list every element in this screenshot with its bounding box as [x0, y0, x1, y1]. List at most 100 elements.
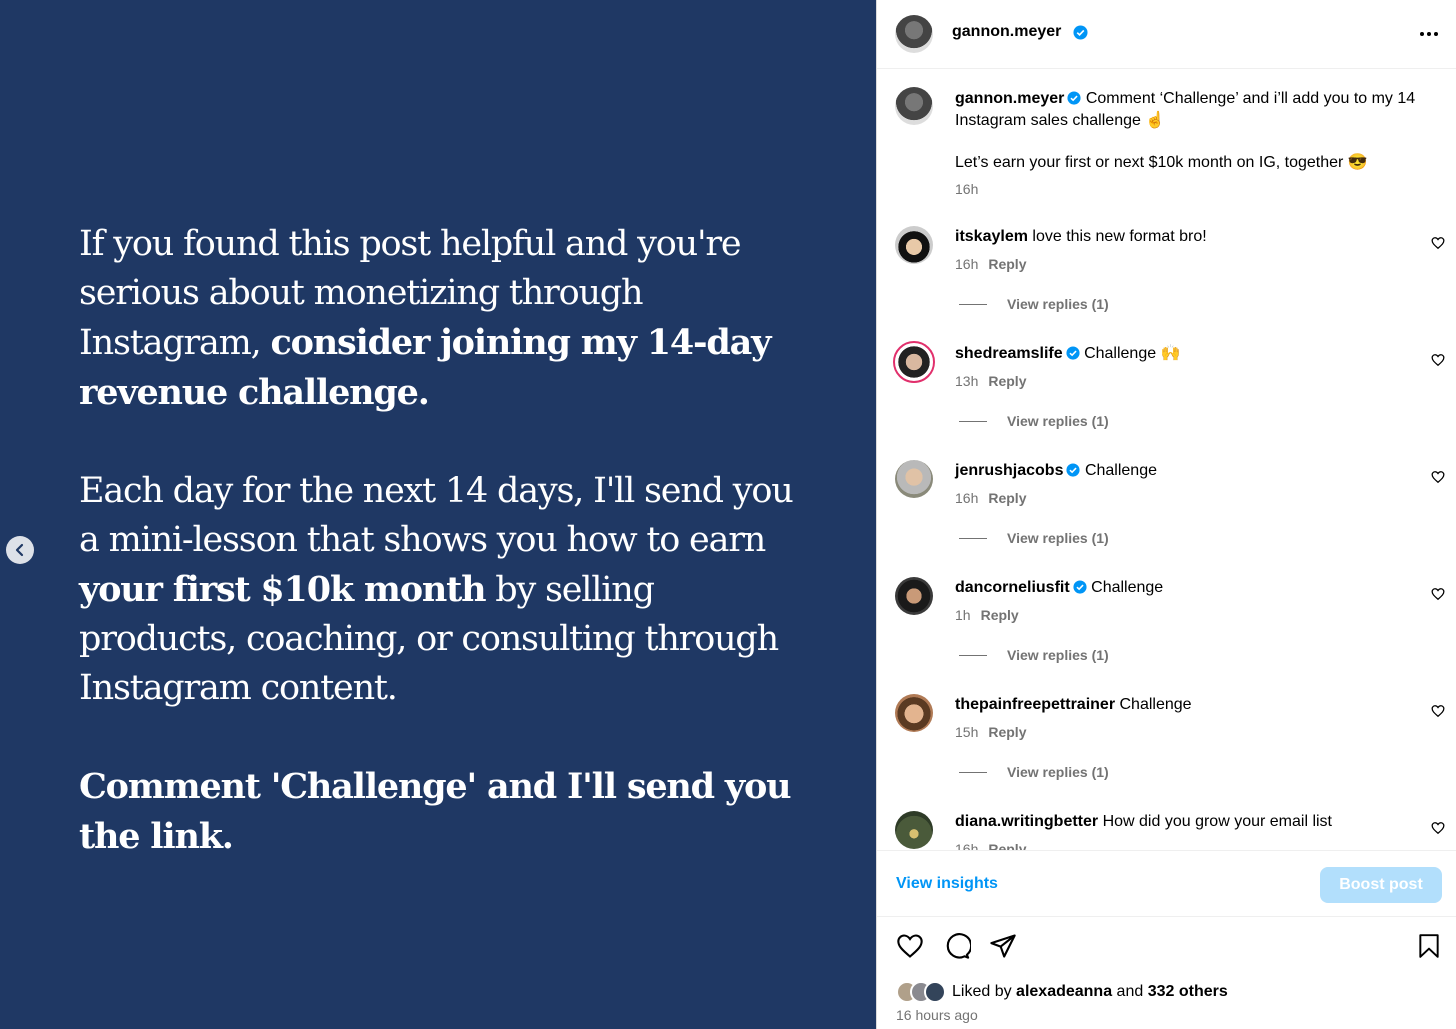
boost-post-button[interactable]: Boost post	[1320, 867, 1442, 903]
comment-username[interactable]: shedreamslife	[955, 345, 1063, 362]
view-replies-button[interactable]: View replies (1)	[959, 296, 1109, 312]
share-icon[interactable]	[989, 932, 1017, 960]
slide-text-bold: Comment 'Challenge' and I'll send you th…	[79, 766, 792, 857]
view-replies-label: View replies (1)	[1007, 530, 1109, 546]
comment-body: Challenge 🙌	[1084, 345, 1181, 362]
reply-button[interactable]: Reply	[988, 373, 1026, 389]
divider	[959, 303, 987, 305]
likes-others[interactable]: 332 others	[1148, 983, 1228, 1000]
comment-body: Challenge	[1119, 696, 1192, 713]
comment-username[interactable]: dancorneliusfit	[955, 579, 1070, 596]
slide-text: If you found this post helpful and you'r…	[79, 220, 799, 911]
view-insights-link[interactable]: View insights	[896, 875, 998, 893]
divider	[959, 654, 987, 656]
likes-text: Liked by alexadeanna and 332 others	[952, 983, 1228, 1001]
comment-text: shedreamslife Challenge 🙌	[955, 343, 1425, 365]
comment-meta: 16h Reply	[955, 256, 1026, 272]
divider	[959, 537, 987, 539]
comment-body: How did you grow your email list	[1102, 813, 1332, 830]
comment-icon[interactable]	[943, 932, 971, 960]
comment-text: diana.writingbetter How did you grow you…	[955, 811, 1425, 833]
verified-badge-icon	[1067, 91, 1081, 105]
previous-slide-button[interactable]	[6, 536, 34, 564]
comment-time: 16h	[955, 490, 979, 506]
avatar[interactable]	[895, 460, 933, 498]
header-username[interactable]: gannon.meyer	[952, 23, 1061, 41]
comment-body: Challenge	[1084, 462, 1157, 479]
chevron-left-icon	[15, 543, 24, 557]
post-timestamp: 16 hours ago	[896, 1007, 978, 1023]
heart-icon[interactable]	[1431, 353, 1445, 367]
likes-prefix: Liked by	[952, 983, 1017, 1000]
view-replies-button[interactable]: View replies (1)	[959, 647, 1109, 663]
caption-text: gannon.meyer Comment ‘Challenge’ and i’l…	[955, 88, 1425, 174]
post-header: gannon.meyer	[877, 0, 1456, 69]
comment-meta: 1h Reply	[955, 607, 1019, 623]
view-replies-label: View replies (1)	[1007, 413, 1109, 429]
avatar[interactable]	[893, 341, 935, 383]
comment-meta: 16h Reply	[955, 841, 1026, 850]
comment-time: 1h	[955, 607, 971, 623]
comment-time: 13h	[955, 373, 979, 389]
slide-paragraph-1: If you found this post helpful and you'r…	[79, 220, 799, 418]
comment-meta: 13h Reply	[955, 373, 1026, 389]
comment-username[interactable]: jenrushjacobs	[955, 462, 1063, 479]
view-replies-label: View replies (1)	[1007, 647, 1109, 663]
caption-time: 16h	[955, 181, 979, 197]
view-replies-button[interactable]: View replies (1)	[959, 413, 1109, 429]
avatar[interactable]	[895, 694, 933, 732]
heart-icon[interactable]	[1431, 821, 1445, 835]
heart-icon[interactable]	[1431, 587, 1445, 601]
comment-text: jenrushjacobs Challenge	[955, 460, 1425, 482]
comment-text: thepainfreepettrainer Challenge	[955, 694, 1425, 716]
reply-button[interactable]: Reply	[988, 724, 1026, 740]
slide-text-normal: Each day for the next 14 days, I'll send…	[79, 471, 794, 560]
heart-icon[interactable]	[1431, 236, 1445, 250]
avatar[interactable]	[895, 226, 933, 264]
avatar[interactable]	[895, 811, 933, 849]
likes-summary[interactable]: Liked by alexadeanna and 332 others	[896, 981, 1228, 1003]
comments-list[interactable]: gannon.meyer Comment ‘Challenge’ and i’l…	[877, 70, 1456, 850]
slide-text-bold: your first $10k month	[79, 569, 487, 610]
view-replies-button[interactable]: View replies (1)	[959, 764, 1109, 780]
post-media-slide: If you found this post helpful and you'r…	[0, 0, 876, 1029]
comment-meta: 16h Reply	[955, 490, 1026, 506]
likes-middle: and	[1112, 983, 1148, 1000]
view-replies-label: View replies (1)	[1007, 764, 1109, 780]
post-actions	[877, 918, 1456, 978]
verified-badge-icon	[1073, 25, 1088, 40]
comment-username[interactable]: diana.writingbetter	[955, 813, 1098, 830]
comment-username[interactable]: itskaylem	[955, 228, 1028, 245]
slide-paragraph-3: Comment 'Challenge' and I'll send you th…	[79, 762, 799, 862]
comment-time: 16h	[955, 256, 979, 272]
divider	[959, 420, 987, 422]
view-replies-label: View replies (1)	[1007, 296, 1109, 312]
divider	[959, 771, 987, 773]
heart-icon[interactable]	[895, 932, 925, 960]
reply-button[interactable]: Reply	[988, 256, 1026, 272]
reply-button[interactable]: Reply	[981, 607, 1019, 623]
comment-body: love this new format bro!	[1032, 228, 1207, 245]
comment-body: Challenge	[1091, 579, 1164, 596]
comment-meta: 15h Reply	[955, 724, 1026, 740]
verified-badge-icon	[1066, 463, 1081, 477]
caption-body-2: Let’s earn your first or next $10k month…	[955, 154, 1368, 171]
avatar	[924, 981, 946, 1003]
verified-badge-icon	[1066, 346, 1080, 360]
comment-username[interactable]: thepainfreepettrainer	[955, 696, 1115, 713]
heart-icon[interactable]	[1431, 704, 1445, 718]
bookmark-icon[interactable]	[1416, 932, 1442, 960]
likes-username[interactable]: alexadeanna	[1016, 983, 1112, 1000]
view-replies-button[interactable]: View replies (1)	[959, 530, 1109, 546]
reply-button[interactable]: Reply	[988, 490, 1026, 506]
comment-text: itskaylem love this new format bro!	[955, 226, 1425, 248]
insights-bar: View insights Boost post	[877, 850, 1456, 917]
caption-username[interactable]: gannon.meyer	[955, 90, 1064, 107]
more-horizontal-icon[interactable]	[1419, 28, 1439, 40]
reply-button[interactable]: Reply	[988, 841, 1026, 850]
comment-time: 16h	[955, 841, 979, 850]
avatar[interactable]	[895, 87, 933, 125]
heart-icon[interactable]	[1431, 470, 1445, 484]
avatar[interactable]	[895, 577, 933, 615]
avatar[interactable]	[895, 15, 933, 53]
